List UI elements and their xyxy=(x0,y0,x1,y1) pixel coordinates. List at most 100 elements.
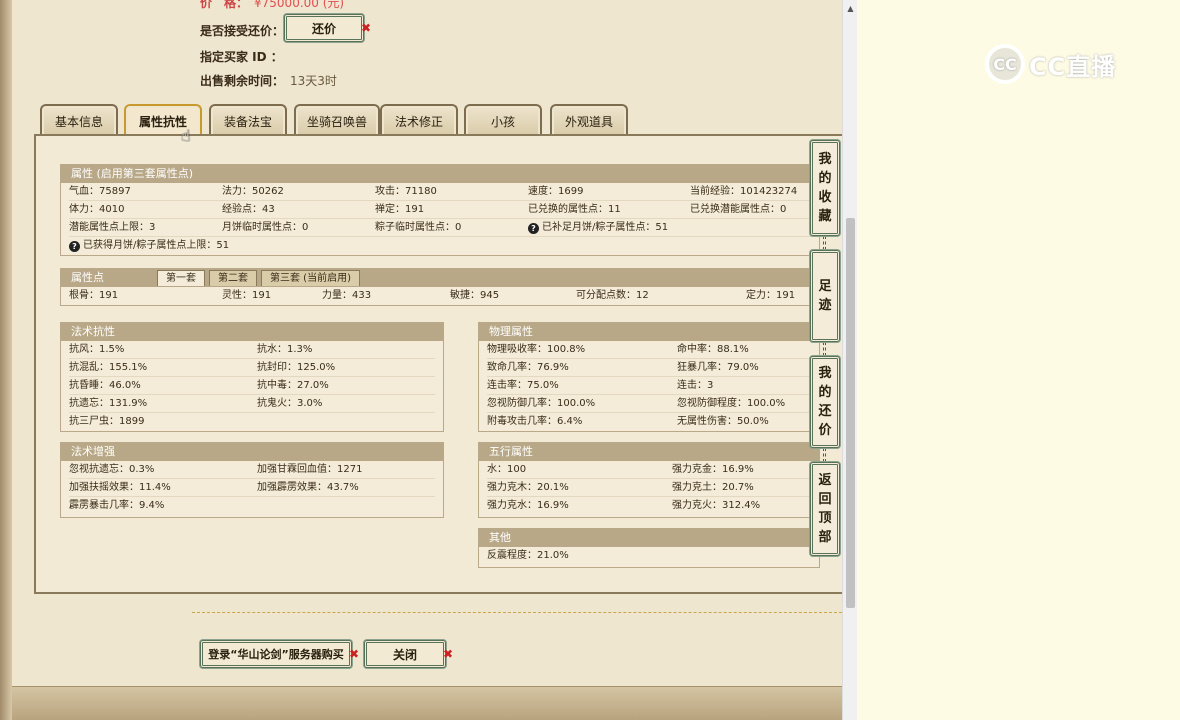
trade-detail-page: 价 格： ¥75000.00 (元) 是否接受还价： 还价 ✖ 指定买家 ID ：… xyxy=(12,0,842,720)
remaining-time-label: 出售剩余时间： xyxy=(200,74,285,88)
price-value: ¥75000.00 (元) xyxy=(254,0,345,10)
my-favorites-button[interactable]: 我 的 收 藏 xyxy=(810,140,840,236)
magic-resist-header: 法术抗性 xyxy=(61,323,443,341)
login-server-purchase-button[interactable]: 登录“华山论剑”服务器购买 ✖ xyxy=(200,640,359,668)
back-to-top-button[interactable]: 返 回 顶 部 xyxy=(810,462,840,556)
tab-set-2[interactable]: 第二套 xyxy=(209,270,257,286)
stat-cell: 附毒攻击几率：6.4% xyxy=(487,416,583,427)
attr-cell: 体力：4010 xyxy=(69,204,125,215)
table-row: 连击率：75.0% 连击：3 xyxy=(487,377,811,395)
side-char: 藏 xyxy=(818,209,832,224)
magic-resist-section: 法术抗性 抗风：1.5% 抗水：1.3% 抗混乱：155.1% 抗封印：125.0%… xyxy=(60,322,444,432)
tab-label: 属性抗性 xyxy=(138,114,187,129)
side-connector xyxy=(823,448,826,462)
point-cell: 根骨：191 xyxy=(69,290,119,301)
close-button-label: 关闭 xyxy=(392,647,417,662)
my-counter-offers-button[interactable]: 我 的 还 价 xyxy=(810,356,840,448)
attribute-set-tabs: 第一套 第二套 第三套 (当前启用) xyxy=(157,270,360,286)
side-connector xyxy=(823,236,826,250)
attr-cell: 经验点：43 xyxy=(222,204,275,215)
attr-cell: 已补足月饼/粽子属性点：51 xyxy=(542,222,669,233)
help-icon[interactable]: ? xyxy=(69,241,80,252)
attr-cell: 速度：1699 xyxy=(528,186,584,197)
stat-cell: 抗水：1.3% xyxy=(257,344,313,355)
table-row: 反震程度：21.0% xyxy=(487,547,811,565)
stat-cell: 忽视防御几率：100.0% xyxy=(487,398,596,409)
attribute-points-section: 属性点 第一套 第二套 第三套 (当前启用) 根骨：191 灵性：191 力量：… xyxy=(60,268,820,306)
tab-appearance-items[interactable]: 外观道具 xyxy=(550,104,628,136)
stat-cell: 忽视防御程度：100.0% xyxy=(677,398,786,409)
scroll-up-arrow-icon[interactable]: ▲ xyxy=(843,0,858,16)
stat-cell: 抗中毒：27.0% xyxy=(257,380,329,391)
close-mark-icon: ✖ xyxy=(348,647,359,661)
footprint-button[interactable]: 足 迹 xyxy=(810,250,840,342)
table-row: 霹雳暴击几率：9.4% xyxy=(69,497,435,515)
vertical-scrollbar[interactable]: ▲ xyxy=(842,0,857,720)
physical-section: 物理属性 物理吸收率：100.8% 命中率：88.1% 致命几率：76.9% 狂暴几… xyxy=(478,322,820,432)
attributes-section: 属性 (启用第三套属性点) 气血：75897 法力：50262 攻击：71180… xyxy=(60,164,820,256)
close-button[interactable]: 关闭 ✖ xyxy=(364,640,453,668)
stat-cell: 反震程度：21.0% xyxy=(487,550,569,561)
attr-cell: 粽子临时属性点：0 xyxy=(375,222,462,233)
help-icon[interactable]: ? xyxy=(528,223,539,234)
table-row: 加强扶摇效果：11.4% 加强霹雳效果：43.7% xyxy=(69,479,435,497)
hand-cursor-icon: ☝ xyxy=(181,126,191,145)
stat-cell: 抗风：1.5% xyxy=(69,344,125,355)
counter-offer-button[interactable]: 还价 ✖ xyxy=(284,14,371,42)
attributes-header: 属性 (启用第三套属性点) xyxy=(61,165,819,183)
stat-cell: 加强甘霖回血值：1271 xyxy=(257,464,363,475)
other-section: 其他 反震程度：21.0% xyxy=(478,528,820,568)
other-header: 其他 xyxy=(479,529,819,547)
table-row: 体力：4010 经验点：43 禅定：191 已兑换的属性点：11 已兑换潜能属性… xyxy=(69,201,811,219)
stat-cell: 强力克水：16.9% xyxy=(487,500,569,511)
tab-spell-modifiers[interactable]: 法术修正 xyxy=(380,104,458,136)
table-row: ? 已获得月饼/粽子属性点上限：51 xyxy=(69,237,811,255)
tab-content-panel: 属性 (启用第三套属性点) 气血：75897 法力：50262 攻击：71180… xyxy=(34,134,842,594)
stat-cell: 强力克火：312.4% xyxy=(672,500,761,511)
tab-set-3[interactable]: 第三套 (当前启用) xyxy=(261,270,360,286)
side-char: 还 xyxy=(818,404,832,419)
stat-cell: 抗混乱：155.1% xyxy=(69,362,148,373)
page-bottom-border xyxy=(12,686,842,720)
tab-label: 小孩 xyxy=(490,114,515,129)
stat-cell: 抗昏睡：46.0% xyxy=(69,380,141,391)
scroll-thumb[interactable] xyxy=(846,218,855,608)
attr-cell: 已兑换的属性点：11 xyxy=(528,204,621,215)
side-char: 的 xyxy=(818,385,832,400)
side-char: 的 xyxy=(818,171,832,186)
side-char: 返 xyxy=(818,473,832,488)
five-elements-header: 五行属性 xyxy=(479,443,819,461)
side-connector xyxy=(823,342,826,356)
close-mark-icon: ✖ xyxy=(360,21,371,35)
counter-offer-row: 是否接受还价： xyxy=(200,22,284,39)
stat-cell: 命中率：88.1% xyxy=(677,344,749,355)
point-cell: 灵性：191 xyxy=(222,290,272,301)
physical-header: 物理属性 xyxy=(479,323,819,341)
stat-cell: 抗封印：125.0% xyxy=(257,362,336,373)
table-row: 附毒攻击几率：6.4% 无属性伤害：50.0% xyxy=(487,413,811,431)
table-row: 强力克木：20.1% 强力克土：20.7% xyxy=(487,479,811,497)
attr-cell: 气血：75897 xyxy=(69,186,131,197)
tab-mounts-summons[interactable]: 坐骑召唤兽 xyxy=(294,104,380,136)
tab-set-1[interactable]: 第一套 xyxy=(157,270,205,286)
tab-equipment[interactable]: 装备法宝 xyxy=(209,104,287,136)
stat-cell: 加强霹雳效果：43.7% xyxy=(257,482,359,493)
designated-buyer-label: 指定买家 ID ： xyxy=(200,50,283,64)
stat-cell: 抗遗忘：131.9% xyxy=(69,398,148,409)
side-char: 我 xyxy=(818,152,832,167)
table-row: 忽视防御几率：100.0% 忽视防御程度：100.0% xyxy=(487,395,811,413)
price-label: 价 格： xyxy=(200,0,249,10)
table-row: 致命几率：76.9% 狂暴几率：79.0% xyxy=(487,359,811,377)
magic-boost-header: 法术增强 xyxy=(61,443,443,461)
cc-logo-icon: CC xyxy=(985,44,1025,84)
tab-child[interactable]: 小孩 xyxy=(464,104,542,136)
table-row: 潜能属性点上限：3 月饼临时属性点：0 粽子临时属性点：0 ? 已补足月饼/粽子属… xyxy=(69,219,811,237)
side-char: 足 xyxy=(818,279,832,294)
tab-basic-info[interactable]: 基本信息 xyxy=(40,104,118,136)
table-row: 强力克水：16.9% 强力克火：312.4% xyxy=(487,497,811,515)
attr-cell: 当前经验：101423274 xyxy=(690,186,798,197)
magic-boost-section: 法术增强 忽视抗遗忘：0.3% 加强甘霖回血值：1271 加强扶摇效果：11.4%… xyxy=(60,442,444,518)
tab-label: 坐骑召唤兽 xyxy=(306,114,367,129)
stat-cell: 狂暴几率：79.0% xyxy=(677,362,759,373)
side-char: 回 xyxy=(818,492,832,507)
